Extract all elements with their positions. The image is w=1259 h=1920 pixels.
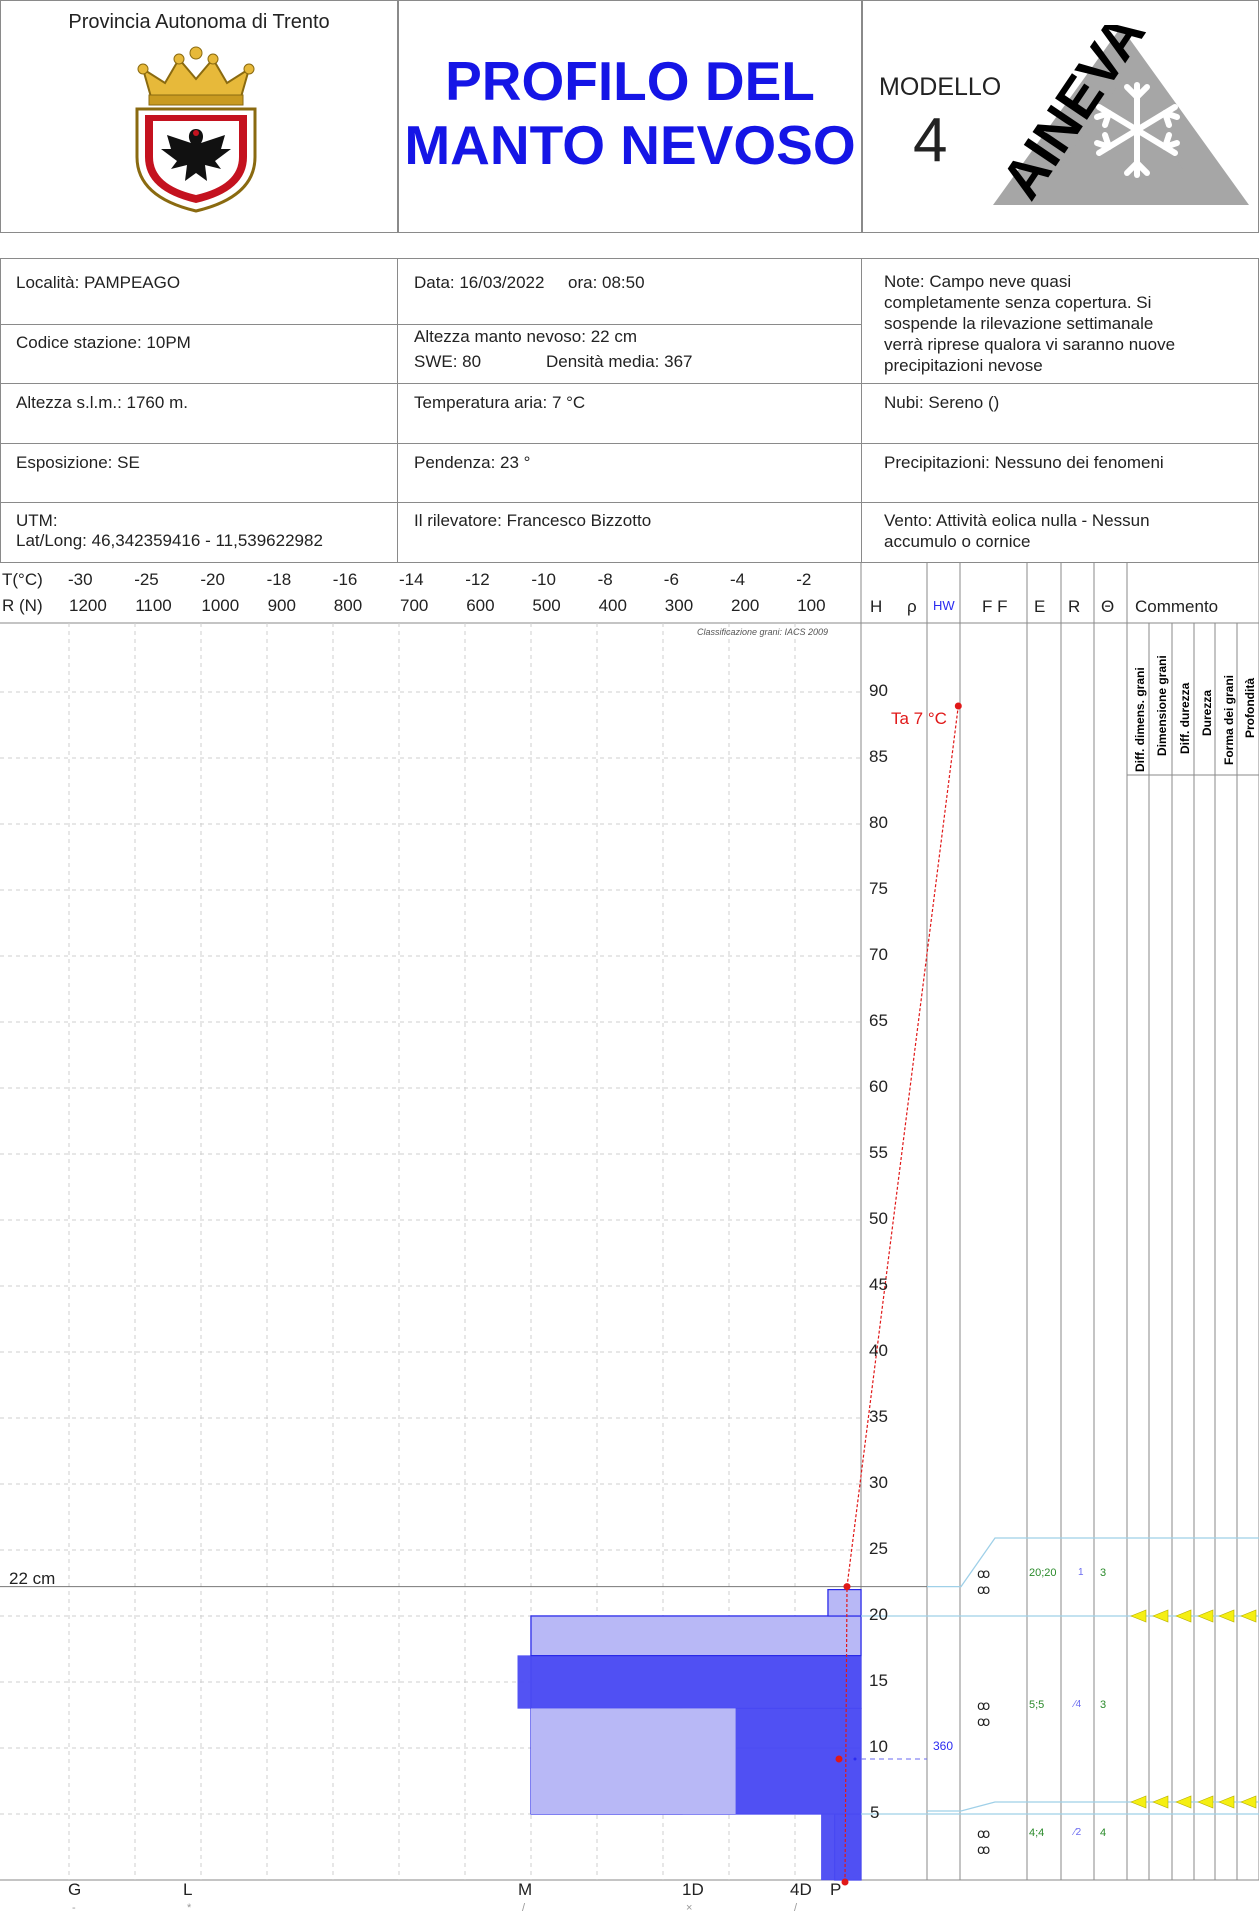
vheader-grain-form: Forma dei grani (1222, 674, 1236, 765)
height-axis-tick: 45 (869, 1275, 888, 1294)
layer-boundary-marker (1152, 1609, 1169, 1623)
snow-profile-chart (0, 563, 1259, 1886)
height-axis-tick: 20 (869, 1605, 888, 1624)
temperature-point (843, 1583, 851, 1591)
temperature-point (954, 702, 962, 710)
height-axis-tick: 80 (869, 813, 888, 832)
layer-boundary-marker (1240, 1609, 1257, 1623)
height-axis-tick: 10 (869, 1737, 888, 1756)
height-axis-tick: 55 (869, 1143, 888, 1162)
classification-note: Classificazione grani: IACS 2009 (697, 627, 829, 637)
air-temperature-label: Ta 7 °C (891, 709, 947, 728)
height-axis-tick: 50 (869, 1209, 888, 1228)
wetness-value: 4 (1100, 1827, 1107, 1839)
air-temperature-line (846, 705, 959, 1587)
hand-hardness-label: P (830, 1880, 842, 1899)
hand-hardness-fill (531, 1708, 736, 1814)
vheader-depth: Profondità (1243, 678, 1257, 738)
vheader-hardness: Durezza (1200, 689, 1214, 736)
layer-boundary-marker (1197, 1609, 1214, 1623)
temperature-point (841, 1878, 849, 1886)
grain-form-symbol: ꝏ ꝏ (977, 1566, 991, 1597)
hand-hardness-label: 4D (790, 1880, 812, 1899)
hardness-value: ⁄4 (1074, 1699, 1082, 1710)
layer-boundary-marker (1175, 1795, 1192, 1809)
height-axis-tick: 70 (869, 945, 888, 964)
height-axis-tick: 15 (869, 1671, 888, 1690)
hand-hardness-symbol: - (72, 1902, 76, 1914)
hand-hardness-label: L (183, 1880, 193, 1899)
hand-hardness-symbol: / (794, 1902, 798, 1914)
height-axis-tick: 25 (869, 1539, 888, 1558)
grain-size-value: 5;5 (1029, 1699, 1045, 1711)
hardness-value: ⁄2 (1074, 1827, 1082, 1838)
height-axis-tick: 75 (869, 879, 888, 898)
layer-boundary-marker (1130, 1609, 1147, 1623)
vheader-grain-size-diff: Diff. dimens. grani (1133, 667, 1147, 772)
temperature-point (835, 1755, 843, 1763)
hand-hardness-symbol: × (686, 1902, 693, 1914)
snow-height-label: 22 cm (9, 1569, 56, 1588)
layer-boundary-marker (1175, 1609, 1192, 1623)
layer-boundary-marker (1152, 1795, 1169, 1809)
layer-boundary-marker (1218, 1795, 1235, 1809)
wetness-value: 3 (1100, 1567, 1107, 1579)
height-axis-tick: 35 (869, 1407, 888, 1426)
height-axis-tick: 90 (869, 681, 888, 700)
height-axis-tick: 65 (869, 1011, 888, 1030)
hand-hardness-symbol: * (187, 1902, 192, 1914)
hand-hardness-bar-top (530, 1615, 862, 1657)
ram-resistance-bar (821, 1813, 862, 1881)
height-axis-tick: 5 (870, 1803, 880, 1822)
grain-form-symbol: ꝏ ꝏ (977, 1698, 991, 1729)
hand-hardness-label: 1D (682, 1880, 704, 1899)
density-marker-point (853, 1757, 857, 1761)
grain-form-symbol: ꝏ ꝏ (977, 1826, 991, 1857)
surface-layer-bar (827, 1588, 862, 1617)
hand-hardness-label: M (518, 1880, 533, 1899)
vheader-hardness-diff: Diff. durezza (1178, 682, 1192, 754)
height-axis-tick: 60 (869, 1077, 888, 1096)
wetness-value: 3 (1100, 1699, 1107, 1711)
layer-boundary-marker (1240, 1795, 1257, 1809)
hand-hardness-label: G (68, 1880, 82, 1899)
height-axis-tick: 85 (869, 747, 888, 766)
layer-boundary-marker (1197, 1795, 1214, 1809)
layer-boundary-marker (1218, 1609, 1235, 1623)
height-axis-tick: 30 (869, 1473, 888, 1492)
ram-resistance-bar (517, 1655, 862, 1709)
grain-size-value: 4;4 (1029, 1827, 1045, 1839)
layer-boundary-marker (1130, 1795, 1147, 1809)
hardness-value: 1 (1078, 1567, 1084, 1578)
hand-hardness-symbol: / (522, 1902, 526, 1914)
height-axis-tick: 40 (869, 1341, 888, 1360)
vheader-grain-size: Dimensione grani (1155, 655, 1169, 756)
density-measure-label: 360 (933, 1739, 954, 1753)
grain-size-value: 20;20 (1029, 1567, 1057, 1579)
